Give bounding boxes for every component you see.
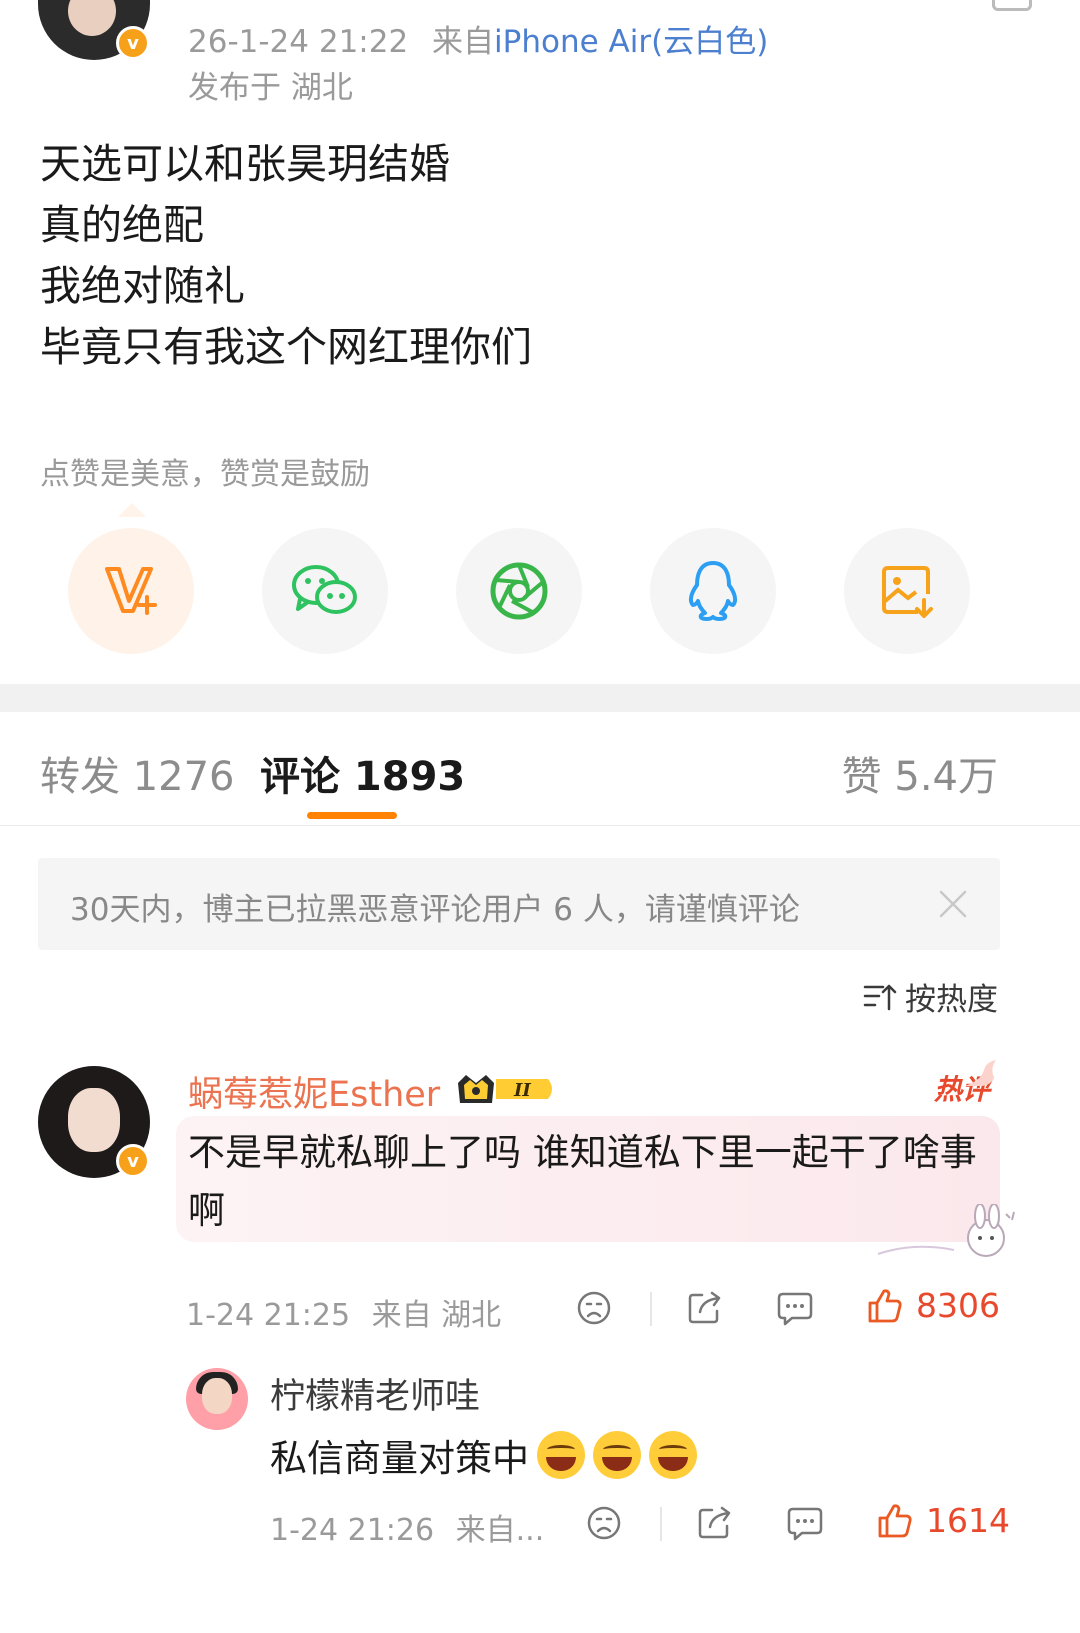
comment-like-count: 8306 [916, 1286, 1000, 1325]
reply-meta: 1-24 21:26 来自... [270, 1505, 544, 1549]
verified-badge-icon: v [116, 26, 150, 60]
reply-text-row: 私信商量对策中 [270, 1428, 697, 1482]
sort-toggle[interactable]: 按热度 [863, 974, 998, 1019]
share-icon[interactable] [696, 1505, 734, 1541]
hint-arrow [118, 503, 146, 517]
comment-meta: 1-24 21:25 来自 湖北 [186, 1290, 501, 1334]
section-divider [0, 684, 1080, 712]
reply-source: 来自... [455, 1513, 545, 1548]
post-line: 毕竟只有我这个网红理你们 [40, 323, 532, 371]
post-timestamp: 26-1-24 21:22 [188, 24, 409, 60]
share-wechat-button[interactable] [262, 528, 388, 654]
reply-author-name[interactable]: 柠檬精老师哇 [270, 1368, 480, 1419]
tab-repost[interactable]: 转发 1276 [40, 744, 235, 802]
laughing-tears-emoji-icon [593, 1431, 641, 1479]
bookmark-icon[interactable] [992, 0, 1032, 11]
reply-like-count: 1614 [926, 1501, 1010, 1540]
action-separator [660, 1507, 662, 1541]
sort-icon [863, 984, 897, 1010]
verified-badge-icon: v [116, 1144, 150, 1178]
share-icon[interactable] [686, 1290, 724, 1326]
laughing-tears-emoji-icon [537, 1431, 585, 1479]
share-qq-button[interactable] [650, 528, 776, 654]
dislike-face-icon[interactable] [586, 1505, 622, 1541]
save-image-icon [882, 566, 933, 618]
share-moments-button[interactable] [456, 528, 582, 654]
comment-source: 来自 湖北 [371, 1298, 502, 1333]
v-plus-icon [105, 567, 157, 615]
reply-text: 私信商量对策中 [270, 1437, 529, 1480]
laughing-tears-emoji-icon [649, 1431, 697, 1479]
reward-hint: 点赞是美意，赞赏是鼓励 [40, 457, 370, 492]
thumbs-up-icon [878, 1503, 912, 1537]
reply-like-button[interactable]: 1614 [876, 1501, 1010, 1540]
post-source-prefix: 来自 [432, 24, 495, 60]
reply-author-avatar[interactable] [186, 1368, 248, 1430]
reply-time: 1-24 21:26 [270, 1513, 435, 1548]
action-separator [650, 1292, 652, 1326]
moments-icon [490, 562, 548, 620]
v-plus-button[interactable] [68, 528, 194, 654]
comment-time: 1-24 21:25 [186, 1298, 351, 1333]
tabs-divider [0, 825, 1080, 826]
post-device-link[interactable]: iPhone Air(云白色) [494, 24, 768, 60]
comment-text: 不是早就私聊上了吗 谁知道私下里一起干了啥事啊 [188, 1131, 977, 1232]
post-body: 天选可以和张昊玥结婚 真的绝配 我绝对随礼 毕竟只有我这个网红理你们 [40, 134, 532, 378]
block-notice-text: 30天内，博主已拉黑恶意评论用户 6 人，请谨慎评论 [70, 892, 800, 928]
member-level-text: II [513, 1080, 531, 1101]
post-line: 我绝对随礼 [40, 262, 245, 310]
post-line: 天选可以和张昊玥结婚 [40, 140, 450, 188]
wechat-icon [292, 565, 357, 614]
reply-comment-icon[interactable] [786, 1505, 824, 1541]
dislike-face-icon[interactable] [576, 1290, 612, 1326]
close-icon[interactable] [938, 889, 968, 919]
tab-comments[interactable]: 评论 1893 [260, 744, 465, 802]
save-image-button[interactable] [844, 528, 970, 654]
reply-comment-icon[interactable] [776, 1290, 814, 1326]
post-location: 发布于 湖北 [188, 70, 353, 106]
sort-label: 按热度 [905, 982, 998, 1018]
tab-likes[interactable]: 赞 5.4万 [842, 744, 998, 802]
member-crown-icon: II [458, 1075, 552, 1103]
comment-like-button[interactable]: 8306 [866, 1286, 1000, 1325]
comment-author-name[interactable]: 蜗莓惹妮Esther [188, 1066, 440, 1117]
thumbs-up-icon [868, 1288, 902, 1322]
qq-icon [688, 561, 738, 621]
active-tab-indicator [307, 812, 397, 819]
post-meta: 26-1-24 21:22 来自iPhone Air(云白色) [188, 16, 768, 61]
flame-decoration-icon [964, 1060, 996, 1086]
post-line: 真的绝配 [40, 201, 204, 249]
